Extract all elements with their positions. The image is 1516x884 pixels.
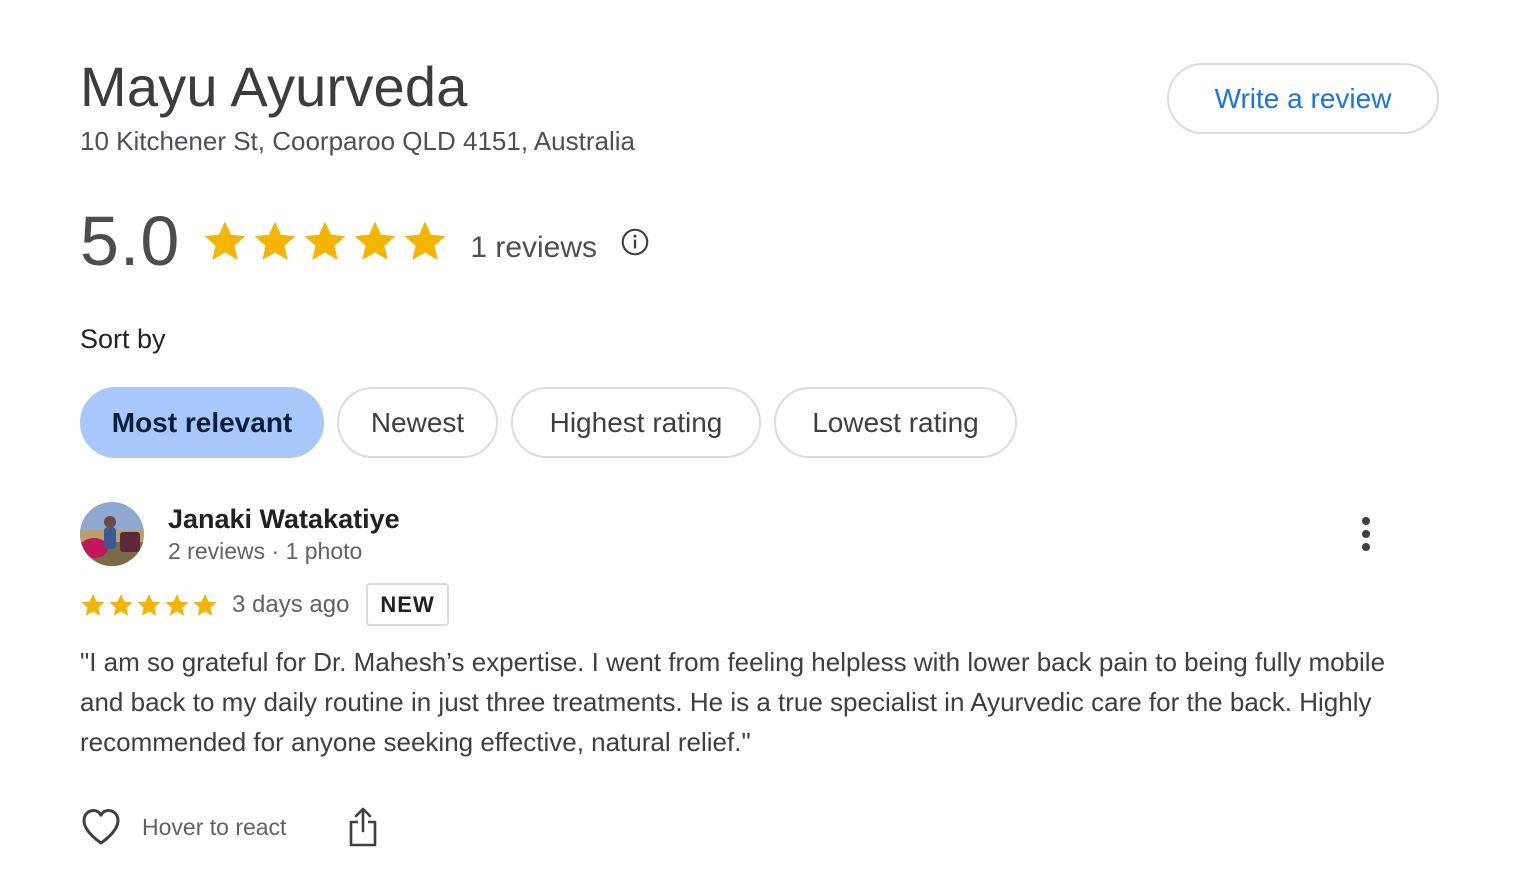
star-icon bbox=[304, 221, 346, 260]
share-icon bbox=[350, 807, 377, 847]
sort-chip-highest-rating[interactable]: Highest rating bbox=[511, 387, 761, 458]
star-icon bbox=[137, 593, 161, 616]
react-button[interactable]: Hover to react bbox=[80, 807, 286, 847]
star-icon bbox=[165, 593, 189, 616]
sort-chip-lowest-rating[interactable]: Lowest rating bbox=[774, 387, 1017, 458]
reviews-panel: Mayu Ayurveda 10 Kitchener St, Coorparoo… bbox=[0, 0, 1516, 884]
review-text: "I am so grateful for Dr. Mahesh’s exper… bbox=[80, 647, 1386, 757]
reviewer-meta: 2 reviews · 1 photo bbox=[168, 538, 363, 564]
review-count: 1 reviews bbox=[470, 231, 598, 264]
star-icon bbox=[354, 221, 396, 260]
average-rating: 5.0 bbox=[80, 202, 181, 280]
react-label: Hover to react bbox=[142, 813, 287, 840]
sort-chip-newest[interactable]: Newest bbox=[337, 387, 498, 458]
sort-options: Most relevant Newest Highest rating Lowe… bbox=[80, 387, 1017, 458]
new-badge: NEW bbox=[366, 583, 449, 626]
avatar-photo bbox=[80, 502, 144, 566]
more-options-button[interactable] bbox=[1346, 512, 1386, 556]
share-button[interactable] bbox=[348, 807, 378, 847]
info-icon[interactable] bbox=[621, 228, 649, 256]
review-date: 3 days ago bbox=[232, 590, 350, 618]
star-icon bbox=[204, 221, 246, 260]
reviewer-name[interactable]: Janaki Watakatiye bbox=[168, 502, 400, 536]
star-icon bbox=[109, 593, 133, 616]
review-actions: Hover to react bbox=[80, 804, 378, 850]
place-name: Mayu Ayurveda bbox=[80, 55, 468, 118]
sort-chip-most-relevant[interactable]: Most relevant bbox=[80, 387, 324, 458]
review-rating-row: 3 days ago NEW bbox=[80, 583, 449, 626]
star-icon bbox=[81, 593, 105, 616]
star-icon bbox=[254, 221, 296, 260]
sort-label: Sort by bbox=[80, 324, 166, 354]
place-address: 10 Kitchener St, Coorparoo QLD 4151, Aus… bbox=[80, 126, 635, 156]
more-vert-icon bbox=[1362, 517, 1370, 551]
heart-outline-icon bbox=[82, 809, 120, 845]
star-icon bbox=[193, 593, 217, 616]
rating-stars bbox=[202, 218, 448, 264]
avatar[interactable] bbox=[80, 502, 144, 566]
rating-summary: 5.0 1 reviews bbox=[80, 196, 649, 286]
star-icon bbox=[404, 221, 446, 260]
review-stars bbox=[80, 592, 218, 618]
write-review-button[interactable]: Write a review bbox=[1167, 63, 1439, 134]
